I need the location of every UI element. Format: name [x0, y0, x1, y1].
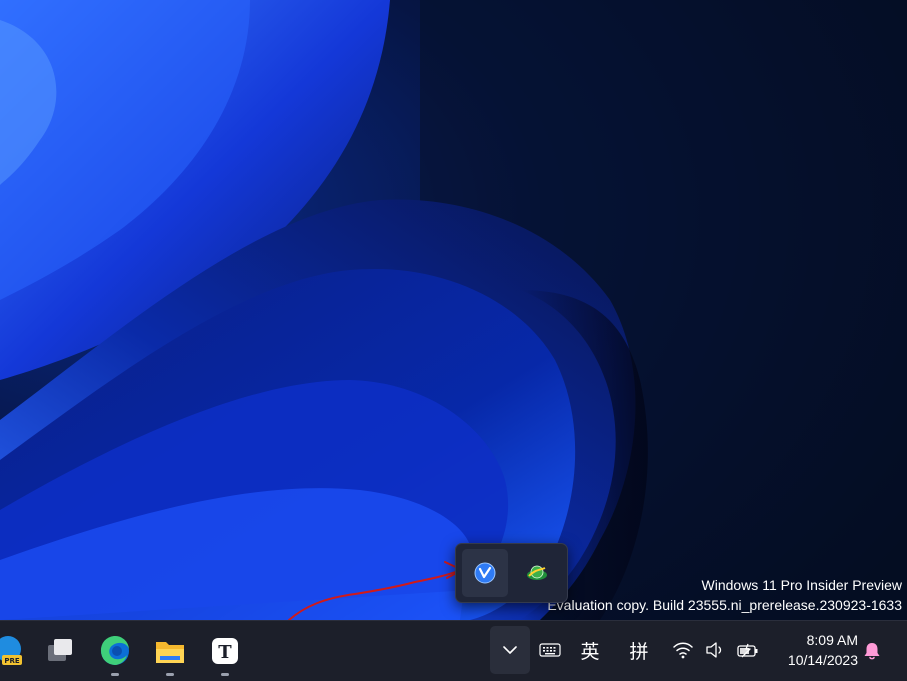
battery-icon: [737, 643, 758, 658]
clock-date: 10/14/2023: [787, 652, 858, 668]
taskbar-edge-button[interactable]: [95, 631, 135, 676]
keyboard-icon: [539, 643, 561, 657]
notifications-button[interactable]: [860, 639, 884, 663]
ime-input-method[interactable]: 拼: [626, 632, 652, 668]
quick-settings-button[interactable]: [672, 632, 760, 668]
taskbar-edge-preview-button[interactable]: PRE: [0, 631, 28, 671]
edge-preview-icon: PRE: [0, 636, 22, 665]
typora-letter: T: [218, 642, 232, 663]
desktop-wallpaper: [0, 0, 907, 620]
typora-icon: T: [212, 638, 238, 664]
notification-bell-icon: [864, 643, 880, 660]
taskbar-task-view-button[interactable]: [40, 631, 80, 671]
taskbar-typora-button[interactable]: T: [205, 631, 245, 676]
v-app-icon: [474, 562, 496, 584]
edge-icon: [100, 635, 129, 665]
network-globe-app-icon: [527, 565, 547, 580]
annotation-arrow: [288, 561, 463, 621]
tray-app-network-button[interactable]: [514, 549, 560, 597]
pre-badge-text: PRE: [4, 657, 20, 665]
running-indicator: [166, 673, 174, 676]
ime-mode-toggle[interactable]: 英: [577, 632, 603, 668]
task-view-icon: [48, 639, 72, 661]
running-indicator: [111, 673, 119, 676]
touch-keyboard-button[interactable]: [537, 632, 563, 668]
taskbar-file-explorer-button[interactable]: [150, 631, 190, 676]
clock-time: 8:09 AM: [806, 632, 858, 648]
wifi-icon: [673, 642, 693, 659]
show-hidden-icons-button[interactable]: [490, 626, 530, 674]
watermark-build: Evaluation copy. Build 23555.ni_prerelea…: [547, 597, 902, 613]
clock-button[interactable]: 8:09 AM 10/14/2023: [768, 630, 858, 670]
watermark-edition: Windows 11 Pro Insider Preview: [701, 577, 902, 593]
hidden-icons-flyout: [455, 543, 568, 603]
speaker-icon: [706, 642, 722, 658]
chevron-down-icon: [503, 646, 517, 654]
tray-app-v-button[interactable]: [462, 549, 508, 597]
running-indicator: [221, 673, 229, 676]
file-explorer-icon: [156, 642, 184, 663]
